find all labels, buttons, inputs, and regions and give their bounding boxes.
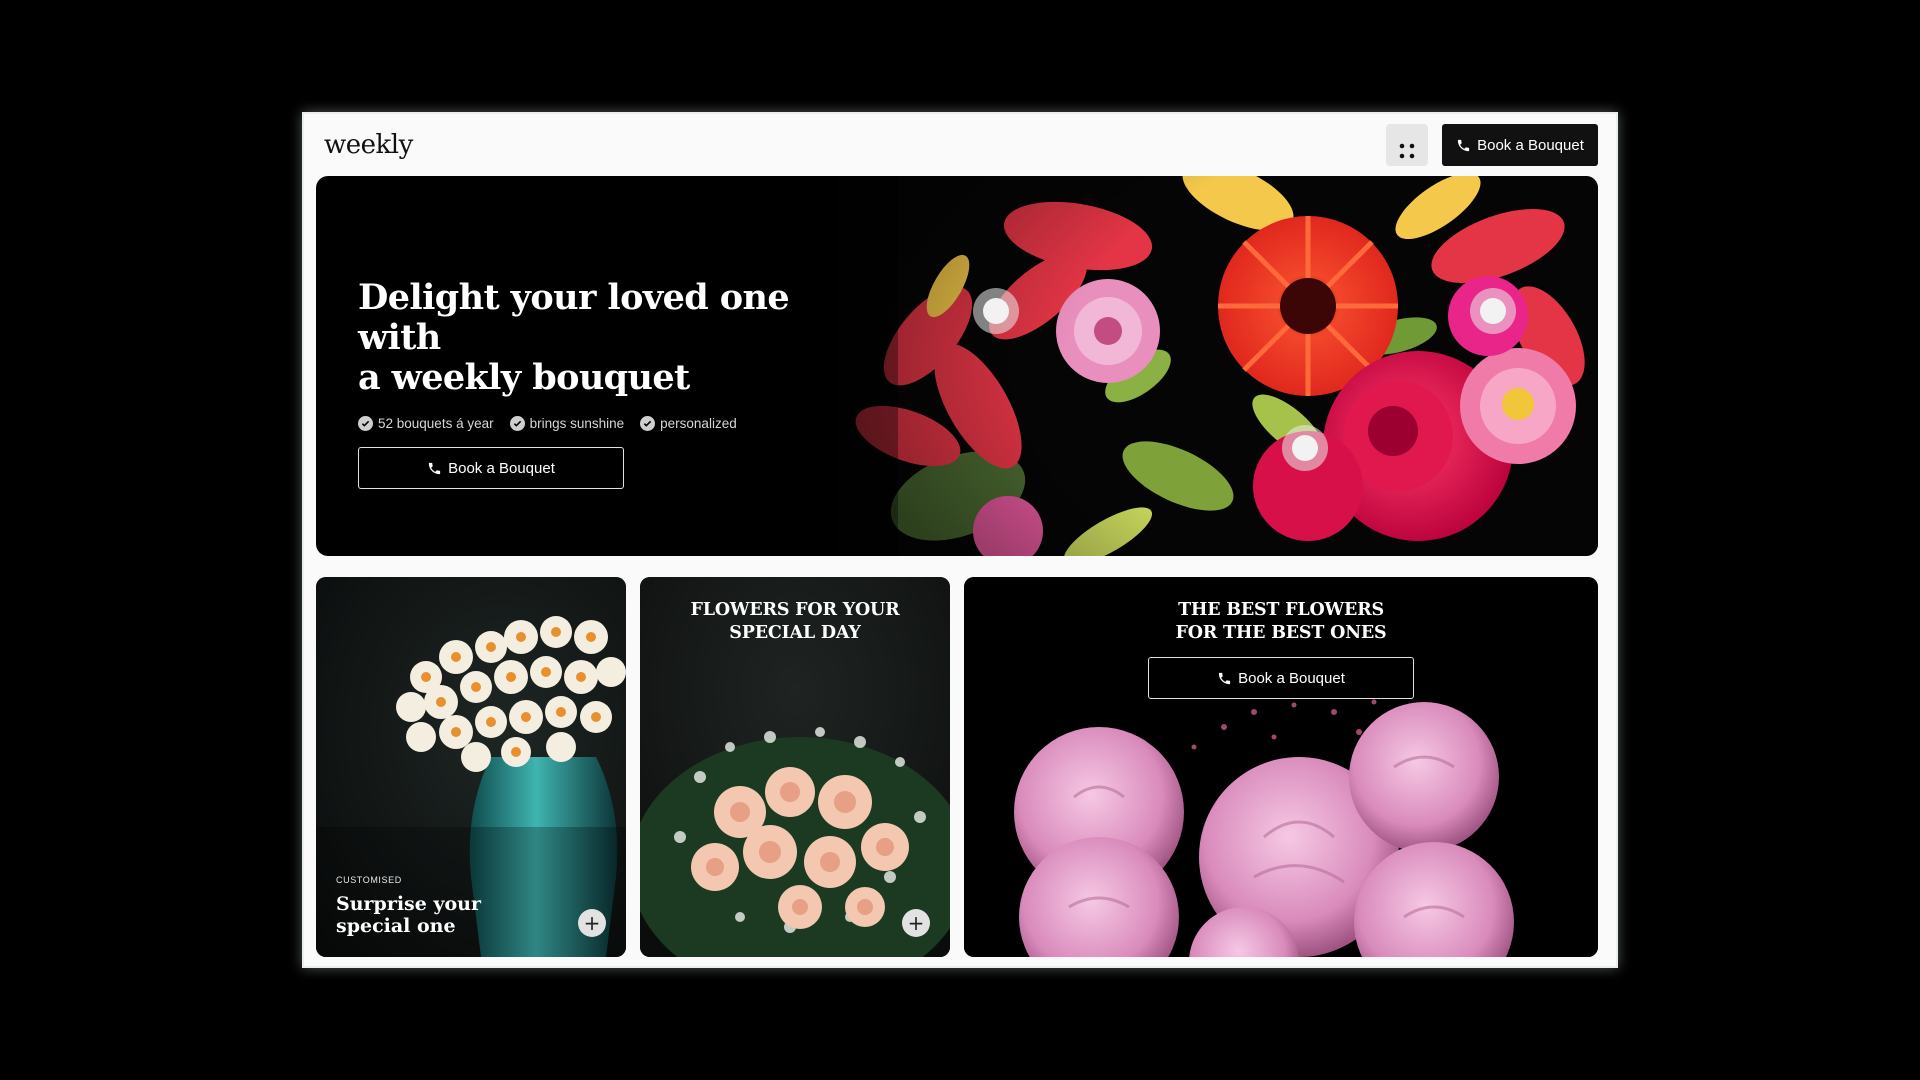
card-customised[interactable]: CUSTOMISED Surprise your special one + bbox=[316, 577, 626, 957]
check-circle-icon bbox=[509, 416, 525, 431]
feature-item: 52 bouquets á year bbox=[358, 416, 494, 431]
hero-title-line2: a weekly bouquet bbox=[358, 357, 690, 398]
feature-item: brings sunshine bbox=[509, 416, 625, 431]
feature-list: 52 bouquets á year brings sunshine perso… bbox=[358, 416, 878, 431]
plus-icon: + bbox=[583, 911, 601, 935]
plus-icon: + bbox=[907, 911, 925, 935]
card-heading-line2: FOR THE BEST ONES bbox=[1175, 623, 1387, 643]
top-navigation: weekly Book a Bouquet bbox=[304, 114, 1616, 176]
card-heading: THE BEST FLOWERS FOR THE BEST ONES bbox=[964, 599, 1598, 645]
feature-item: personalized bbox=[640, 416, 737, 431]
card-heading-line1: FLOWERS FOR YOUR bbox=[690, 600, 900, 620]
check-circle-icon bbox=[640, 416, 656, 431]
feature-label: 52 bouquets á year bbox=[378, 416, 494, 431]
hero-title: Delight your loved one with a weekly bou… bbox=[358, 278, 878, 398]
menu-grid-button[interactable] bbox=[1386, 124, 1428, 166]
product-hotspot[interactable] bbox=[1470, 288, 1516, 334]
brand-logo[interactable]: weekly bbox=[324, 130, 413, 160]
hero-text-block: Delight your loved one with a weekly bou… bbox=[358, 278, 878, 489]
phone-icon bbox=[1218, 672, 1231, 684]
grid-icon bbox=[1399, 143, 1415, 159]
hero-banner: Delight your loved one with a weekly bou… bbox=[316, 176, 1598, 556]
book-bouquet-label: Book a Bouquet bbox=[1477, 136, 1584, 154]
browser-frame: weekly Book a Bouquet Delight your loved… bbox=[302, 112, 1618, 968]
book-bouquet-label: Book a Bouquet bbox=[448, 459, 555, 477]
card-heading-line2: SPECIAL DAY bbox=[729, 623, 861, 643]
product-hotspot[interactable] bbox=[973, 288, 1019, 334]
check-circle-icon bbox=[358, 416, 373, 431]
bouquet-hero-image bbox=[838, 176, 1598, 556]
card-title-line2: special one bbox=[336, 915, 456, 937]
card-kicker: CUSTOMISED bbox=[336, 875, 402, 885]
hero-title-line1: Delight your loved one with bbox=[358, 277, 790, 358]
expand-card-button[interactable]: + bbox=[902, 909, 930, 937]
book-bouquet-button-header[interactable]: Book a Bouquet bbox=[1442, 124, 1598, 166]
expand-card-button[interactable]: + bbox=[578, 909, 606, 937]
product-hotspot[interactable] bbox=[1282, 425, 1328, 471]
feature-label: personalized bbox=[660, 416, 737, 431]
card-special-day[interactable]: FLOWERS FOR YOUR SPECIAL DAY + bbox=[640, 577, 950, 957]
book-bouquet-label: Book a Bouquet bbox=[1238, 669, 1345, 687]
phone-icon bbox=[428, 462, 441, 474]
card-best-flowers[interactable]: THE BEST FLOWERS FOR THE BEST ONES Book … bbox=[964, 577, 1598, 957]
card-heading: FLOWERS FOR YOUR SPECIAL DAY bbox=[640, 599, 950, 645]
card-heading-line1: THE BEST FLOWERS bbox=[1178, 600, 1384, 620]
book-bouquet-button-card[interactable]: Book a Bouquet bbox=[1148, 657, 1414, 699]
card-title: Surprise your special one bbox=[336, 893, 506, 937]
phone-icon bbox=[1457, 139, 1470, 151]
feature-label: brings sunshine bbox=[529, 416, 625, 431]
card-title-line1: Surprise your bbox=[336, 893, 481, 915]
book-bouquet-button-hero[interactable]: Book a Bouquet bbox=[358, 447, 624, 489]
